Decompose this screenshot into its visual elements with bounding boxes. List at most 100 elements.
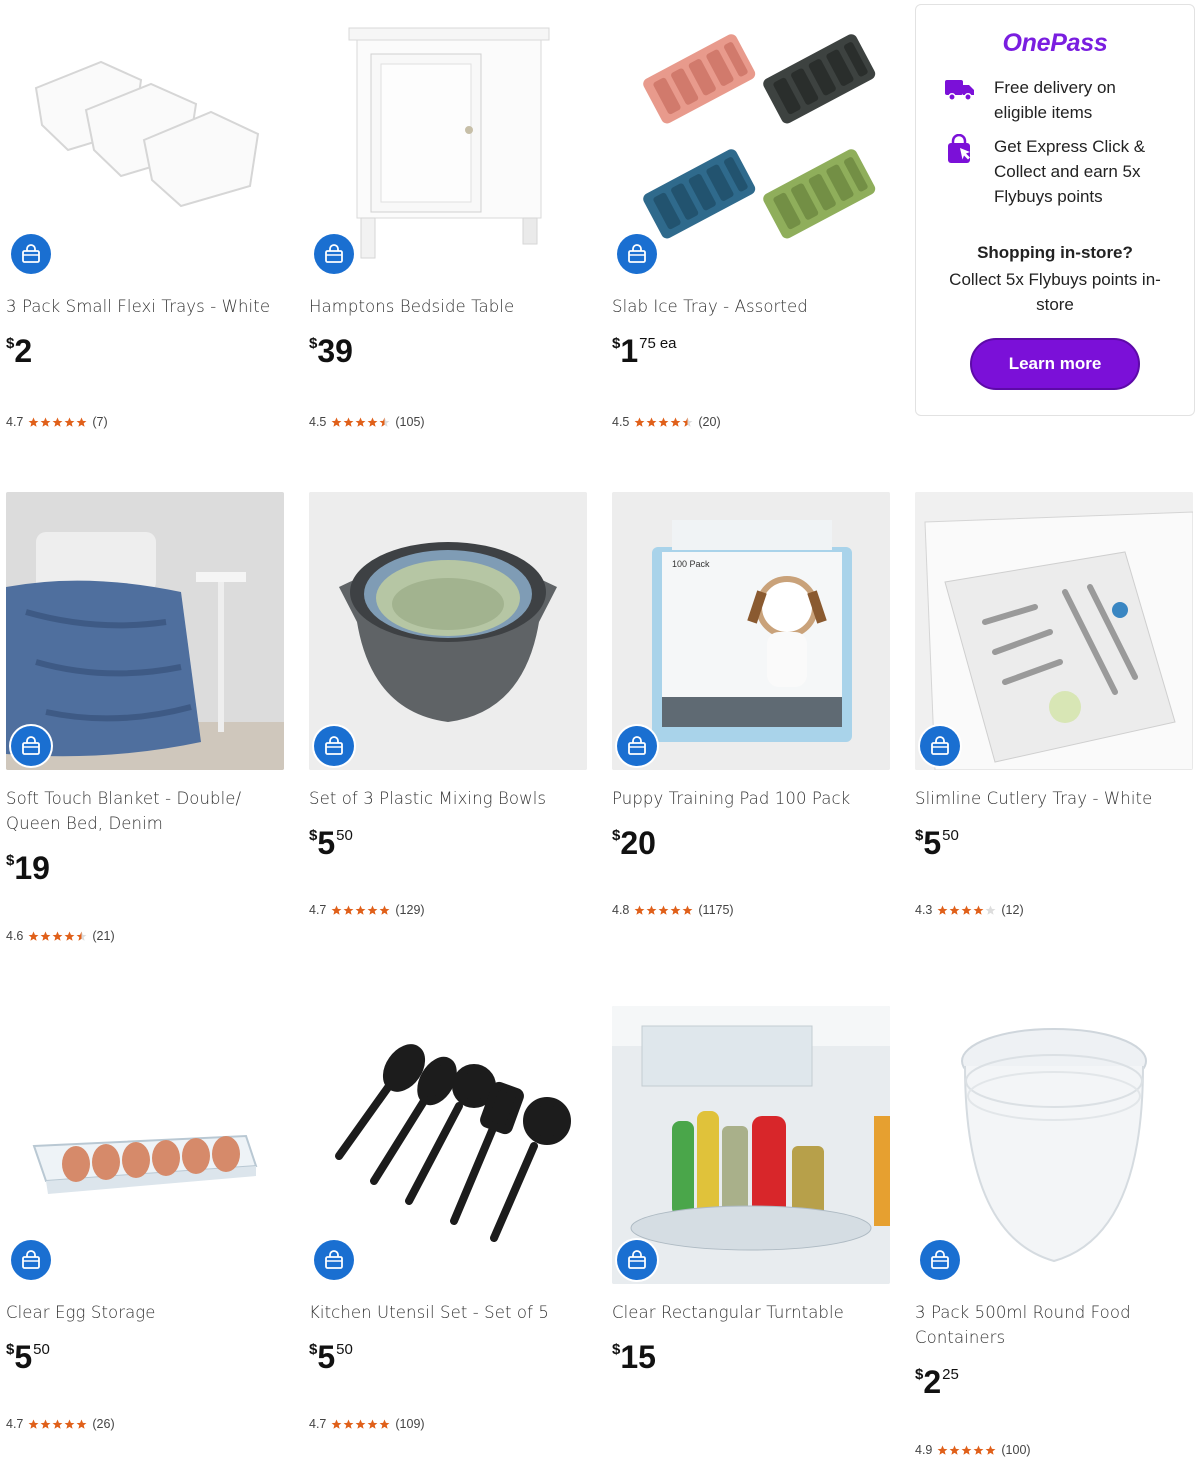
star-full-icon [646,417,657,427]
review-count[interactable]: (129) [395,903,424,917]
rating-stars [937,905,996,916]
product-rating: 4.7 (26) [6,1417,115,1431]
product-title[interactable]: Slimline Cutlery Tray - White [915,786,1193,811]
review-count[interactable]: (1175) [698,903,733,917]
review-count[interactable]: (7) [92,415,107,429]
star-empty-icon [985,905,996,915]
price-dollars: 20 [620,825,656,861]
currency-symbol: $ [612,335,621,352]
star-full-icon [76,1419,87,1429]
add-to-cart-button[interactable] [617,1240,657,1280]
add-to-cart-button[interactable] [11,1240,51,1280]
star-full-icon [343,905,354,915]
price-cents: 75 [639,335,656,352]
product-card[interactable]: Hamptons Bedside Table $ 39 [309,0,587,373]
rating-value: 4.7 [309,1417,327,1431]
product-card[interactable]: 3 Pack 500ml Round Food Containers $ 2 2… [915,1006,1193,1404]
product-card[interactable]: Set of 3 Plastic Mixing Bowls $ 5 50 [309,492,587,865]
bag-icon [22,1250,40,1269]
product-card[interactable]: 100 Pack Puppy Training Pad 100 Pack $ 2… [612,492,890,865]
product-title[interactable]: Hamptons Bedside Table [309,294,587,319]
product-title[interactable]: 3 Pack 500ml Round Food Containers [915,1300,1193,1350]
review-count[interactable]: (105) [395,415,424,429]
product-card[interactable]: Clear Egg Storage $ 5 50 [6,1006,284,1379]
product-image[interactable] [309,492,587,770]
product-image[interactable] [915,492,1193,770]
price-cents: 50 [942,827,959,844]
star-full-icon [634,417,645,427]
product-card[interactable]: Kitchen Utensil Set - Set of 5 $ 5 50 [309,1006,587,1379]
price-cents: 50 [336,1341,353,1358]
product-image[interactable] [6,492,284,770]
currency-symbol: $ [6,1341,15,1358]
product-title[interactable]: Slab Ice Tray - Assorted [612,294,890,319]
price-cents: 25 [942,1366,959,1383]
product-image[interactable] [309,0,587,278]
product-title[interactable]: Soft Touch Blanket - Double/ Queen Bed, … [6,786,284,836]
product-image[interactable]: 100 Pack [612,492,890,770]
add-to-cart-button[interactable] [314,726,354,766]
product-image[interactable] [309,1006,587,1284]
review-count[interactable]: (26) [92,1417,114,1431]
currency-symbol: $ [612,827,621,844]
product-card[interactable]: Slimline Cutlery Tray - White $ 5 50 [915,492,1193,865]
star-full-icon [355,417,366,427]
product-rating: 4.5 (20) [612,415,721,429]
rating-value: 4.3 [915,903,933,917]
product-title[interactable]: Clear Egg Storage [6,1300,284,1325]
star-full-icon [961,1445,972,1455]
star-full-icon [64,1419,75,1429]
add-to-cart-button[interactable] [11,234,51,274]
bag-icon [325,244,343,263]
rating-stars [634,905,693,916]
product-image[interactable] [612,1006,890,1284]
star-full-icon [937,905,948,915]
product-title[interactable]: Set of 3 Plastic Mixing Bowls [309,786,587,811]
review-count[interactable]: (12) [1001,903,1023,917]
star-full-icon [52,417,63,427]
star-full-icon [658,417,669,427]
star-full-icon [331,905,342,915]
add-to-cart-button[interactable] [314,234,354,274]
add-to-cart-button[interactable] [920,1240,960,1280]
add-to-cart-button[interactable] [920,726,960,766]
currency-symbol: $ [6,852,15,869]
product-card[interactable]: Slab Ice Tray - Assorted $ 1 75 ea [612,0,890,373]
rating-value: 4.7 [6,1417,24,1431]
star-full-icon [331,417,342,427]
star-full-icon [379,1419,390,1429]
currency-symbol: $ [612,1341,621,1358]
onepass-benefit-collect: Get Express Click & Collect and earn 5x … [944,134,1180,209]
product-image[interactable] [6,1006,284,1284]
add-to-cart-button[interactable] [11,726,51,766]
price-dollars: 39 [317,333,353,369]
product-price: $ 20 [612,825,890,865]
product-title[interactable]: 3 Pack Small Flexi Trays - White [6,294,284,319]
rating-value: 4.9 [915,1443,933,1457]
star-half-icon [379,417,390,427]
review-count[interactable]: (100) [1001,1443,1030,1457]
bag-icon [22,736,40,755]
product-title[interactable]: Puppy Training Pad 100 Pack [612,786,890,811]
add-to-cart-button[interactable] [314,1240,354,1280]
product-image[interactable] [612,0,890,278]
product-image[interactable] [915,1006,1193,1284]
star-full-icon [52,1419,63,1429]
review-count[interactable]: (21) [92,929,114,943]
product-image[interactable] [6,0,284,278]
bag-icon [628,736,646,755]
product-card[interactable]: 3 Pack Small Flexi Trays - White $ 2 [6,0,284,373]
learn-more-button[interactable]: Learn more [970,338,1140,390]
star-full-icon [343,417,354,427]
price-dollars: 5 [317,1339,336,1375]
review-count[interactable]: (20) [698,415,720,429]
product-title[interactable]: Clear Rectangular Turntable [612,1300,890,1325]
product-title[interactable]: Kitchen Utensil Set - Set of 5 [309,1300,587,1325]
product-card[interactable]: Clear Rectangular Turntable $ 15 [612,1006,890,1379]
product-card[interactable]: Soft Touch Blanket - Double/ Queen Bed, … [6,492,284,890]
product-rating: 4.7 (109) [309,1417,425,1431]
price-dollars: 5 [317,825,336,861]
add-to-cart-button[interactable] [617,726,657,766]
add-to-cart-button[interactable] [617,234,657,274]
review-count[interactable]: (109) [395,1417,424,1431]
